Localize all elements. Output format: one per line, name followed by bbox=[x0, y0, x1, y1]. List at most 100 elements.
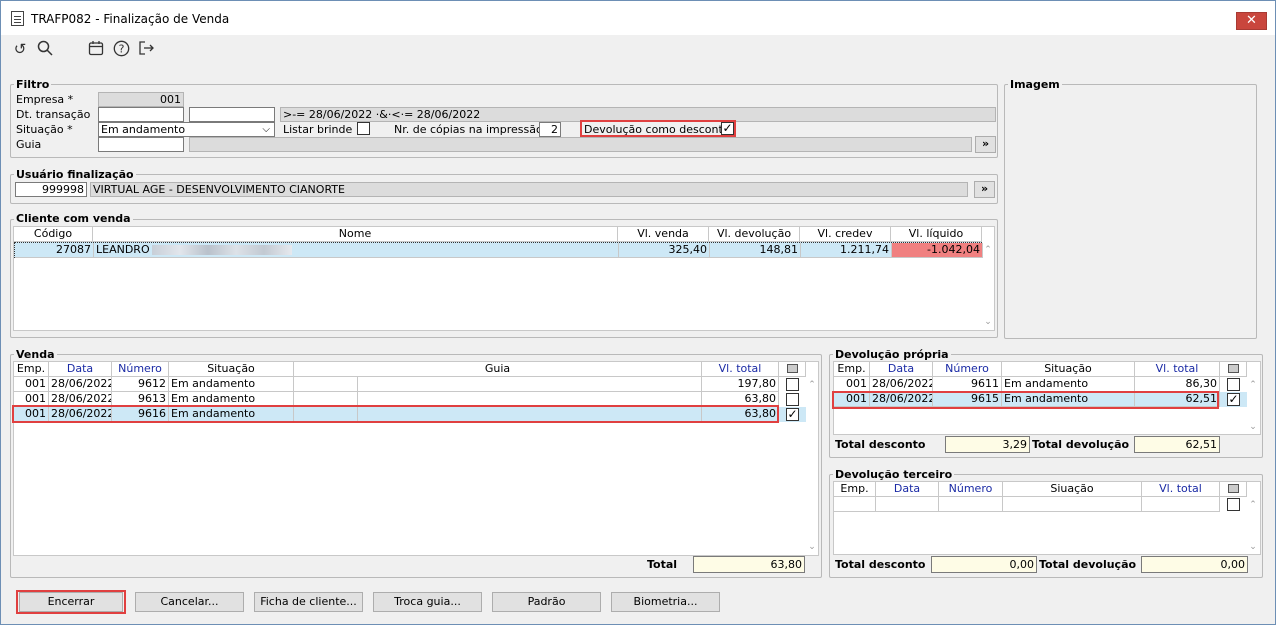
scroll-down-icon[interactable]: ⌄ bbox=[1247, 542, 1259, 552]
dev-propria-title: Devolução própria bbox=[833, 348, 951, 361]
venda-emp: 001 bbox=[14, 377, 49, 392]
venda-row[interactable]: 001 28/06/2022 9612 Em andamento 197,80 bbox=[14, 377, 806, 392]
scroll-up-icon[interactable]: ⌃ bbox=[1247, 500, 1259, 510]
col-emp[interactable]: Emp. bbox=[834, 482, 876, 497]
dev-situacao: Em andamento bbox=[1002, 377, 1135, 392]
venda-situacao: Em andamento bbox=[169, 377, 294, 392]
col-vl-devolucao[interactable]: Vl. devolução bbox=[709, 227, 800, 242]
padrao-button[interactable]: Padrão bbox=[492, 592, 601, 612]
dev-propria-row-highlight bbox=[832, 391, 1219, 409]
guia-lookup-button[interactable]: » bbox=[975, 136, 996, 153]
col-numero[interactable]: Número bbox=[939, 482, 1003, 497]
col-numero[interactable]: Número bbox=[933, 362, 1002, 377]
calendar-icon[interactable] bbox=[87, 40, 105, 58]
col-situacao[interactable]: Siuação bbox=[1003, 482, 1142, 497]
venda-row-checkbox[interactable] bbox=[786, 378, 799, 391]
exit-icon[interactable] bbox=[137, 40, 155, 58]
close-button[interactable]: ✕ bbox=[1236, 12, 1267, 30]
dev-terceiro-checkbox[interactable] bbox=[1227, 498, 1240, 511]
search-icon[interactable] bbox=[36, 40, 54, 58]
col-select[interactable] bbox=[1220, 482, 1247, 497]
venda-guia-name bbox=[358, 377, 702, 392]
listar-brinde-checkbox[interactable] bbox=[357, 122, 370, 135]
col-guia[interactable]: Guia bbox=[294, 362, 702, 377]
col-situacao[interactable]: Situação bbox=[1002, 362, 1135, 377]
guia-name-field bbox=[189, 137, 972, 152]
col-emp[interactable]: Emp. bbox=[834, 362, 870, 377]
col-data[interactable]: Data bbox=[870, 362, 933, 377]
dt-to-field[interactable] bbox=[189, 107, 275, 122]
cliente-vl-credev: 1.211,74 bbox=[801, 243, 892, 258]
dev-row-checkbox[interactable] bbox=[1227, 378, 1240, 391]
dev-propria-total-devolucao-label: Total devolução bbox=[1032, 438, 1130, 451]
dev-terceiro-total-devolucao: 0,00 bbox=[1141, 556, 1248, 573]
listar-brinde-label: Listar brinde bbox=[283, 123, 353, 136]
troca-guia-button[interactable]: Troca guia... bbox=[373, 592, 482, 612]
dev-terceiro-empty-row[interactable] bbox=[834, 497, 1247, 512]
col-vl-total[interactable]: Vl. total bbox=[1142, 482, 1220, 497]
scroll-down-icon[interactable]: ⌄ bbox=[1247, 422, 1259, 432]
copias-field[interactable]: 2 bbox=[539, 122, 561, 137]
title-bar: TRAFP082 - Finalização de Venda ✕ bbox=[1, 1, 1275, 35]
dev-terceiro-total-desconto-label: Total desconto bbox=[835, 558, 926, 571]
usuario-codigo-field[interactable]: 999998 bbox=[15, 182, 87, 197]
col-situacao[interactable]: Situação bbox=[169, 362, 294, 377]
dev-terceiro-total-devolucao-label: Total devolução bbox=[1039, 558, 1137, 571]
scroll-up-icon[interactable]: ⌃ bbox=[806, 380, 818, 390]
col-codigo[interactable]: Código bbox=[14, 227, 93, 242]
venda-grid: Emp. Data Número Situação Guia Vl. total… bbox=[13, 361, 819, 556]
situacao-select[interactable]: Em andamento ⌵ bbox=[98, 122, 275, 137]
select-all-icon bbox=[1228, 484, 1239, 493]
col-vl-liquido[interactable]: Vl. líquido bbox=[891, 227, 982, 242]
col-vl-credev[interactable]: Vl. credev bbox=[800, 227, 891, 242]
col-data[interactable]: Data bbox=[49, 362, 112, 377]
scroll-up-icon[interactable]: ⌃ bbox=[982, 245, 994, 255]
cliente-row[interactable]: 27087 LEANDRO 325,40 148,81 1.211,74 -1.… bbox=[14, 242, 983, 258]
col-vl-venda[interactable]: Vl. venda bbox=[618, 227, 709, 242]
dt-from-field[interactable] bbox=[98, 107, 184, 122]
venda-data: 28/06/2022 bbox=[49, 377, 112, 392]
col-vl-total[interactable]: Vl. total bbox=[1135, 362, 1220, 377]
cliente-vl-venda: 325,40 bbox=[619, 243, 710, 258]
col-vl-total[interactable]: Vl. total bbox=[702, 362, 779, 377]
guia-code-field[interactable] bbox=[98, 137, 184, 152]
col-emp[interactable]: Emp. bbox=[14, 362, 49, 377]
ficha-cliente-button[interactable]: Ficha de cliente... bbox=[254, 592, 363, 612]
svg-text:?: ? bbox=[118, 43, 124, 56]
col-select[interactable] bbox=[1220, 362, 1247, 377]
toolbar bbox=[1, 35, 1275, 65]
empresa-field[interactable]: 001 bbox=[98, 92, 184, 107]
col-numero[interactable]: Número bbox=[112, 362, 169, 377]
col-nome[interactable]: Nome bbox=[93, 227, 618, 242]
scroll-up-icon[interactable]: ⌃ bbox=[1247, 380, 1259, 390]
dev-terceiro-total-desconto: 0,00 bbox=[931, 556, 1037, 573]
refresh-icon[interactable]: ↺ bbox=[11, 40, 29, 58]
dev-terceiro-grid: Emp. Data Número Siuação Vl. total ⌃ ⌄ bbox=[833, 481, 1261, 555]
col-select[interactable] bbox=[779, 362, 806, 377]
venda-row-highlight bbox=[12, 405, 779, 423]
calendar-icon-svg bbox=[88, 41, 104, 56]
usuario-lookup-button[interactable]: » bbox=[974, 181, 995, 198]
empty-cell bbox=[834, 497, 876, 512]
venda-row-checkbox[interactable] bbox=[786, 393, 799, 406]
cliente-codigo: 27087 bbox=[15, 243, 94, 258]
redacted-name bbox=[151, 245, 292, 255]
empresa-label: Empresa * bbox=[16, 93, 74, 106]
cancelar-button[interactable]: Cancelar... bbox=[135, 592, 244, 612]
venda-total-label: Total bbox=[647, 558, 678, 571]
select-all-icon bbox=[787, 364, 798, 373]
exit-icon-svg bbox=[138, 41, 154, 55]
venda-row-checkbox[interactable]: ✓ bbox=[786, 408, 799, 421]
scroll-down-icon[interactable]: ⌄ bbox=[982, 317, 994, 327]
dev-propria-row[interactable]: 001 28/06/2022 9611 Em andamento 86,30 bbox=[834, 377, 1247, 392]
dev-propria-total-devolucao: 62,51 bbox=[1134, 436, 1220, 453]
scroll-down-icon[interactable]: ⌄ bbox=[806, 542, 818, 552]
imagem-group bbox=[1004, 84, 1257, 339]
dev-data: 28/06/2022 bbox=[870, 377, 933, 392]
venda-total: 197,80 bbox=[702, 377, 779, 392]
help-icon[interactable]: ? bbox=[112, 40, 130, 58]
col-data[interactable]: Data bbox=[876, 482, 939, 497]
imagem-title: Imagem bbox=[1008, 78, 1062, 91]
dev-row-checkbox[interactable]: ✓ bbox=[1227, 393, 1240, 406]
biometria-button[interactable]: Biometria... bbox=[611, 592, 720, 612]
